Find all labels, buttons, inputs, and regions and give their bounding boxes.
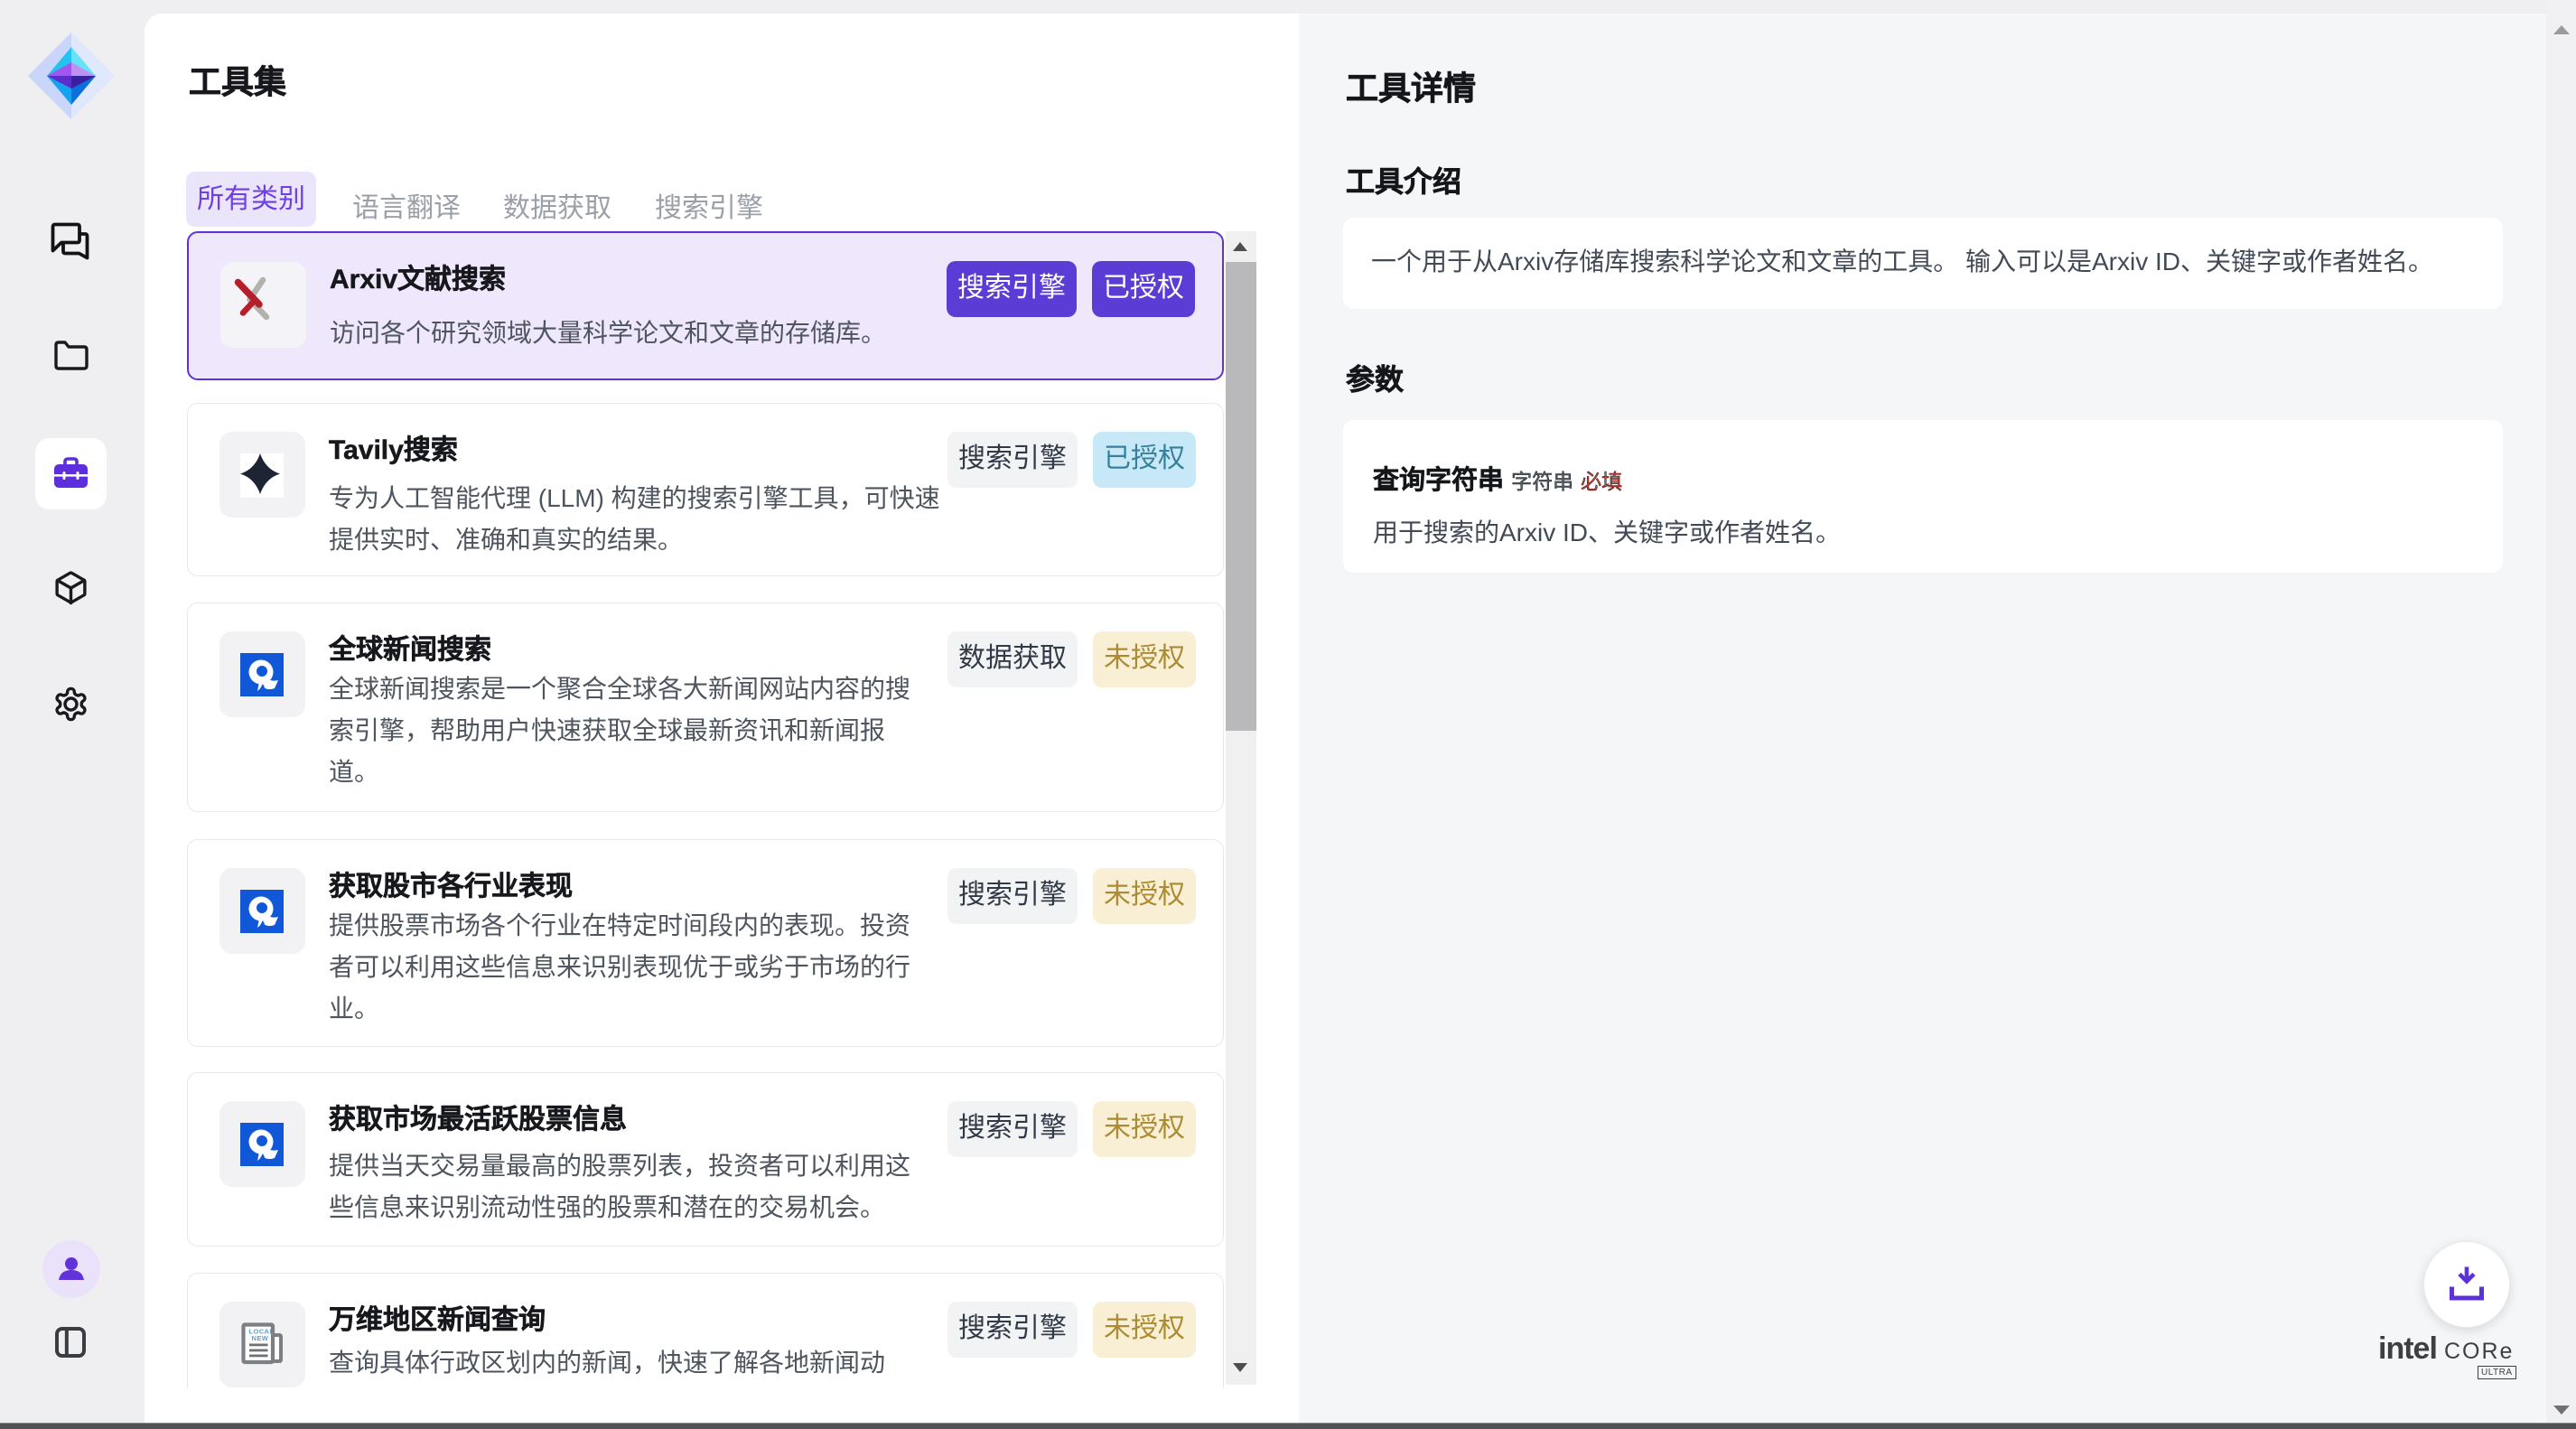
svg-text:NEW: NEW [252, 1334, 269, 1342]
